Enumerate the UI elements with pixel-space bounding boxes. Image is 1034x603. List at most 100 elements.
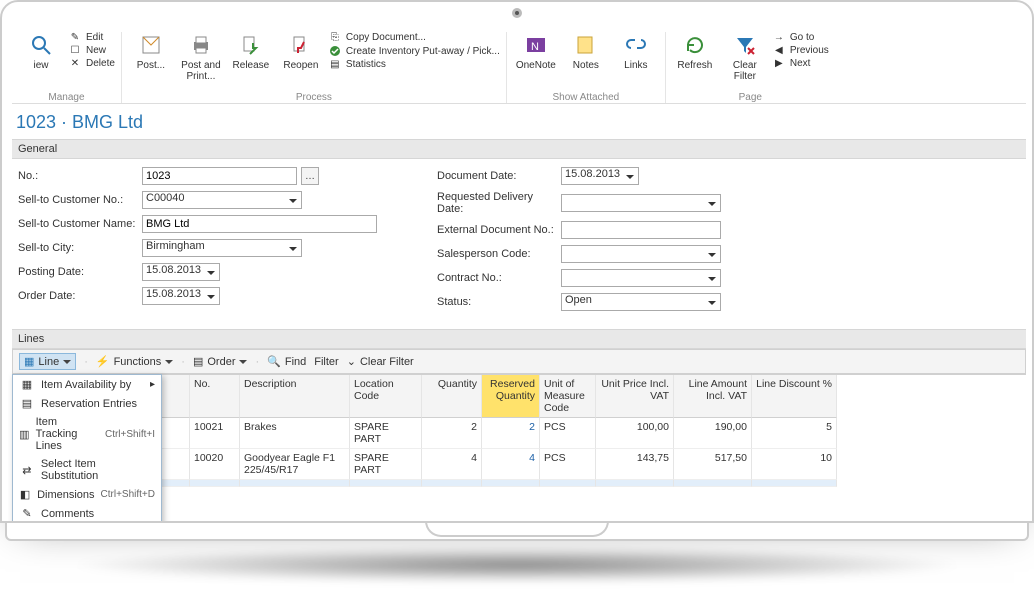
refresh-icon	[684, 32, 706, 58]
field-sales[interactable]	[561, 245, 721, 263]
functions-dropdown[interactable]: ⚡Functions	[96, 355, 173, 368]
menu-tracking[interactable]: ▥Item Tracking LinesCtrl+Shift+I	[13, 413, 161, 455]
col-disc[interactable]: Line Discount %	[752, 375, 837, 418]
lbl-status: Status:	[437, 296, 557, 308]
binoculars-icon: 🔍	[267, 355, 281, 368]
menu-reservation-entries[interactable]: ▤Reservation Entries	[13, 394, 161, 413]
cell-res[interactable]: 4	[482, 449, 540, 480]
field-cust-name[interactable]	[142, 215, 377, 233]
clear-filter-button[interactable]: Clear Filter	[722, 32, 768, 82]
field-req-del[interactable]	[561, 194, 721, 212]
cell-uom[interactable]: PCS	[540, 418, 596, 449]
separator: ·	[255, 356, 259, 368]
field-cust-no[interactable]: C00040	[142, 191, 302, 209]
new-button[interactable]: ☐New	[68, 45, 115, 56]
col-qty[interactable]: Quantity	[422, 375, 482, 418]
cell-no[interactable]	[190, 480, 240, 487]
cell-disc[interactable]	[752, 480, 837, 487]
submenu-arrow-icon: ▸	[150, 379, 155, 390]
col-amt[interactable]: Line Amount Incl. VAT	[674, 375, 752, 418]
cell-disc[interactable]: 5	[752, 418, 837, 449]
statistics-button[interactable]: ▤Statistics	[328, 59, 500, 70]
cell-amt[interactable]	[674, 480, 752, 487]
edit-button[interactable]: ✎Edit	[68, 32, 115, 43]
cell-loc[interactable]	[350, 480, 422, 487]
cell-price[interactable]: 143,75	[596, 449, 674, 480]
field-city[interactable]: Birmingham	[142, 239, 302, 257]
field-no[interactable]	[142, 167, 297, 185]
previous-label: Previous	[790, 45, 829, 56]
cell-qty[interactable]: 4	[422, 449, 482, 480]
col-loc[interactable]: Location Code	[350, 375, 422, 418]
reopen-button[interactable]: Reopen	[278, 32, 324, 71]
goto-icon: →	[772, 32, 786, 43]
cell-uom[interactable]: PCS	[540, 449, 596, 480]
delete-button[interactable]: ✕Delete	[68, 58, 115, 69]
field-status[interactable]: Open	[561, 293, 721, 311]
onenote-button[interactable]: NOneNote	[513, 32, 559, 71]
col-price[interactable]: Unit Price Incl. VAT	[596, 375, 674, 418]
refresh-button[interactable]: Refresh	[672, 32, 718, 71]
menu-dimensions[interactable]: ◧DimensionsCtrl+Shift+D	[13, 485, 161, 504]
col-desc[interactable]: Description	[240, 375, 350, 418]
view-button[interactable]: iew	[18, 32, 64, 71]
cell-loc[interactable]: SPARE PART	[350, 449, 422, 480]
cell-qty[interactable]: 2	[422, 418, 482, 449]
post-print-button[interactable]: Post and Print...	[178, 32, 224, 82]
refresh-label: Refresh	[677, 60, 712, 71]
lightning-icon: ⚡	[96, 355, 110, 368]
shortcut: Ctrl+Shift+I	[105, 429, 155, 440]
create-inv-label: Create Inventory Put-away / Pick...	[346, 46, 500, 57]
cell-loc[interactable]: SPARE PART	[350, 418, 422, 449]
cell-res[interactable]	[482, 480, 540, 487]
field-order-date[interactable]: 15.08.2013	[142, 287, 220, 305]
field-contract[interactable]	[561, 269, 721, 287]
field-doc-date[interactable]: 15.08.2013	[561, 167, 639, 185]
lookup-no-button[interactable]: …	[301, 167, 319, 185]
field-posting[interactable]: 15.08.2013	[142, 263, 220, 281]
goto-button[interactable]: →Go to	[772, 32, 829, 43]
cell-no[interactable]: 10021	[190, 418, 240, 449]
col-no[interactable]: No.	[190, 375, 240, 418]
links-button[interactable]: Links	[613, 32, 659, 71]
menu-substitution[interactable]: ⇄Select Item Substitution	[13, 455, 161, 485]
cell-disc[interactable]: 10	[752, 449, 837, 480]
cell-desc[interactable]	[240, 480, 350, 487]
find-button[interactable]: 🔍Find	[267, 355, 306, 368]
menu-item-availability[interactable]: ▦Item Availability by▸	[13, 375, 161, 394]
cell-desc[interactable]: Brakes	[240, 418, 350, 449]
previous-button[interactable]: ◀Previous	[772, 45, 829, 56]
cell-price[interactable]	[596, 480, 674, 487]
clear-lines-filter-button[interactable]: ⌄Clear Filter	[347, 355, 414, 368]
col-uom[interactable]: Unit of Measure Code	[540, 375, 596, 418]
copy-doc-button[interactable]: ⎘Copy Document...	[328, 32, 500, 43]
lbl-req-del: Requested Delivery Date:	[437, 191, 557, 215]
availability-icon: ▦	[19, 378, 35, 391]
section-header-general[interactable]: General	[12, 139, 1026, 159]
post-button[interactable]: Post...	[128, 32, 174, 71]
cell-amt[interactable]: 517,50	[674, 449, 752, 480]
new-label: New	[86, 45, 106, 56]
col-res-qty[interactable]: Reserved Quantity	[482, 375, 540, 418]
line-dropdown[interactable]: ▦Line	[19, 353, 76, 370]
lbl-city: Sell-to City:	[18, 242, 138, 254]
release-button[interactable]: Release	[228, 32, 274, 71]
cell-price[interactable]: 100,00	[596, 418, 674, 449]
create-inv-button[interactable]: Create Inventory Put-away / Pick...	[328, 45, 500, 57]
cell-no[interactable]: 10020	[190, 449, 240, 480]
filter-button[interactable]: Filter	[314, 356, 338, 368]
notes-button[interactable]: Notes	[563, 32, 609, 71]
order-dropdown[interactable]: ▤Order	[193, 355, 248, 368]
menu-comments[interactable]: ✎Comments	[13, 504, 161, 521]
cell-amt[interactable]: 190,00	[674, 418, 752, 449]
device-camera	[512, 8, 522, 18]
lbl-cust-no: Sell-to Customer No.:	[18, 194, 138, 206]
field-ext-doc[interactable]	[561, 221, 721, 239]
next-button[interactable]: ▶Next	[772, 58, 829, 69]
cell-desc[interactable]: Goodyear Eagle F1 225/45/R17	[240, 449, 350, 480]
cell-qty[interactable]	[422, 480, 482, 487]
cell-uom[interactable]	[540, 480, 596, 487]
section-header-lines[interactable]: Lines	[12, 329, 1026, 349]
pencil-icon: ✎	[68, 32, 82, 43]
cell-res[interactable]: 2	[482, 418, 540, 449]
